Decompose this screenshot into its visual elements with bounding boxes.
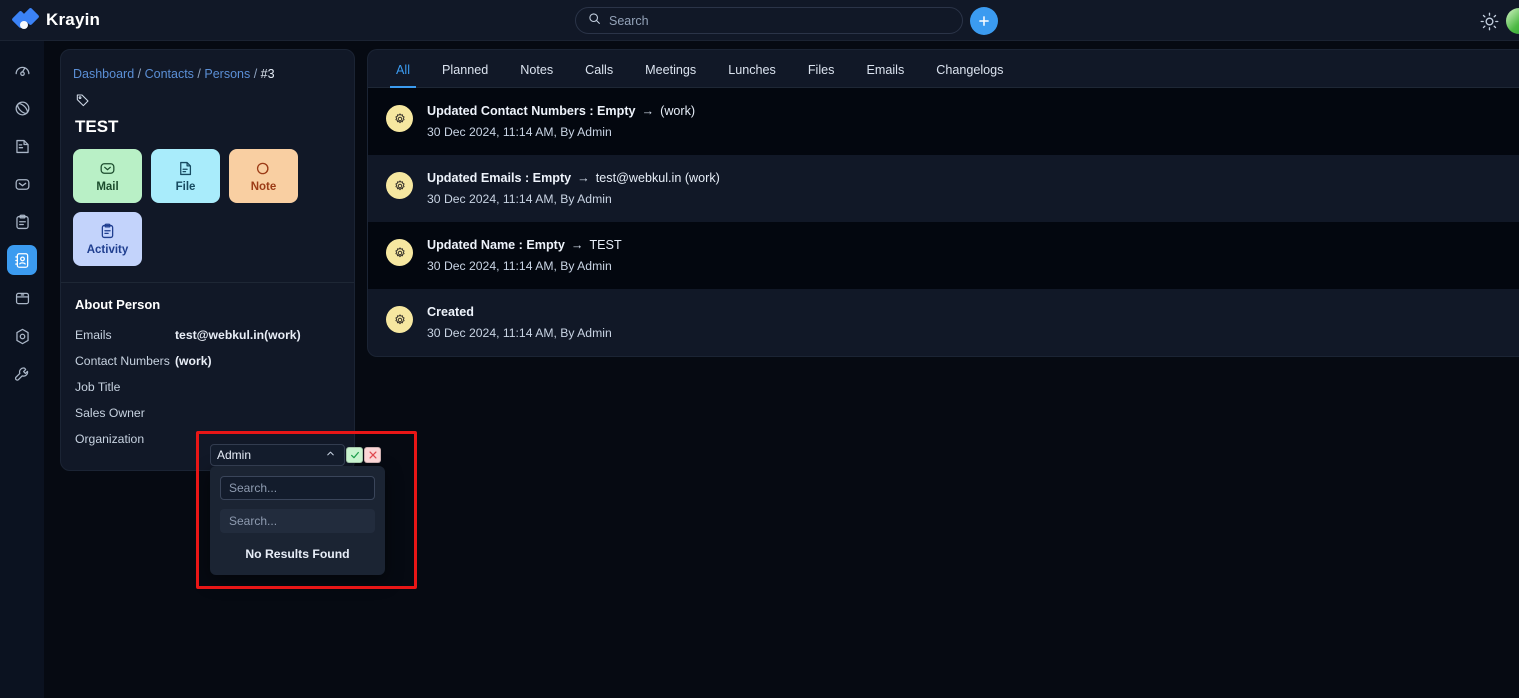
tab-planned[interactable]: Planned: [426, 50, 504, 87]
tab-changelogs[interactable]: Changelogs: [920, 50, 1019, 87]
brand-name: Krayin: [46, 10, 101, 29]
action-card-label: Mail: [96, 181, 119, 193]
dropdown-search-input-primary[interactable]: [220, 476, 375, 500]
field-label: Emails: [75, 328, 112, 342]
sidebar-item-mail[interactable]: [7, 169, 37, 199]
chevron-up-icon[interactable]: [325, 448, 336, 462]
about-section-title: About Person: [75, 297, 161, 312]
gear-icon: [386, 172, 413, 199]
sidebar-nav: [0, 41, 44, 698]
arrow-icon: →: [577, 171, 590, 185]
field-row-job-title: Job Title: [73, 374, 342, 400]
dropdown-empty-message: No Results Found: [245, 547, 350, 561]
tab-lunches[interactable]: Lunches: [712, 50, 792, 87]
field-label: Contact Numbers: [75, 354, 170, 368]
search-icon: [588, 12, 601, 30]
breadcrumb-current: #3: [260, 67, 275, 81]
field-row-sales-owner: Sales Owner: [73, 400, 342, 426]
brand[interactable]: Krayin: [11, 7, 194, 31]
activity-meta: 30 Dec 2024, 11:14 AM, By Admin: [427, 192, 612, 206]
sales-owner-selected-value: Admin: [217, 448, 252, 462]
global-search[interactable]: [575, 7, 963, 34]
user-avatar[interactable]: [1506, 8, 1519, 34]
field-label: Sales Owner: [75, 406, 145, 420]
tab-emails[interactable]: Emails: [850, 50, 920, 87]
activity-title: Updated Contact Numbers : Empty → (work): [427, 104, 695, 118]
action-card-activity[interactable]: Activity: [73, 212, 142, 266]
breadcrumb-contacts[interactable]: Contacts: [145, 67, 194, 81]
krayin-diamond-logo: [11, 7, 40, 31]
activity-row[interactable]: Created 30 Dec 2024, 11:14 AM, By Admin: [368, 289, 1519, 356]
field-value: test@webkul.in(work): [175, 328, 301, 342]
tab-files[interactable]: Files: [792, 50, 851, 87]
activity-title-suffix: TEST: [589, 238, 622, 252]
sales-owner-select[interactable]: Admin: [210, 444, 345, 466]
activity-title-suffix: (work): [660, 104, 696, 118]
activity-title-suffix: test@webkul.in (work): [595, 171, 720, 185]
activity-row[interactable]: Updated Name : Empty → TEST 30 Dec 2024,…: [368, 222, 1519, 289]
search-input[interactable]: [609, 13, 950, 28]
field-row-emails: Emails test@webkul.in(work): [73, 322, 342, 348]
action-card-file[interactable]: File: [151, 149, 220, 203]
breadcrumb-persons[interactable]: Persons: [204, 67, 250, 81]
activity-meta: 30 Dec 2024, 11:14 AM, By Admin: [427, 125, 612, 139]
sidebar-item-activities[interactable]: [7, 207, 37, 237]
tag-icon: [75, 92, 342, 113]
breadcrumb-dashboard[interactable]: Dashboard: [73, 67, 134, 81]
activity-row[interactable]: Updated Contact Numbers : Empty → (work)…: [368, 88, 1519, 155]
tab-notes[interactable]: Notes: [504, 50, 569, 87]
activity-title-prefix: Created: [427, 305, 474, 319]
activity-title-prefix: Updated Emails : Empty: [427, 171, 572, 185]
activity-meta: 30 Dec 2024, 11:14 AM, By Admin: [427, 259, 612, 273]
sales-owner-confirm-button[interactable]: [346, 447, 363, 463]
field-value: (work): [175, 354, 212, 368]
gear-icon: [386, 239, 413, 266]
gear-icon: [386, 306, 413, 333]
sidebar-item-dashboard[interactable]: [7, 55, 37, 85]
sales-owner-cancel-button[interactable]: [364, 447, 381, 463]
activity-title: Created: [427, 305, 612, 319]
page-title: TEST: [75, 117, 119, 136]
sales-owner-dropdown-panel: No Results Found: [210, 466, 385, 575]
top-header-bar: Krayin: [0, 0, 1519, 41]
sidebar-item-configuration[interactable]: [7, 359, 37, 389]
breadcrumb: Dashboard / Contacts / Persons / #3: [73, 67, 275, 81]
create-new-button[interactable]: [970, 7, 998, 35]
action-card-note[interactable]: Note: [229, 149, 298, 203]
person-detail-card: Dashboard / Contacts / Persons / #3 TEST…: [60, 49, 355, 471]
tab-calls[interactable]: Calls: [569, 50, 629, 87]
sun-icon[interactable]: [1478, 10, 1500, 32]
tab-all[interactable]: All: [380, 50, 426, 88]
sidebar-item-leads[interactable]: [7, 93, 37, 123]
action-card-label: File: [175, 181, 196, 193]
activity-row[interactable]: Updated Emails : Empty → test@webkul.in …: [368, 155, 1519, 222]
sidebar-item-contacts[interactable]: [7, 245, 37, 275]
sidebar-item-products[interactable]: [7, 283, 37, 313]
activity-meta: 30 Dec 2024, 11:14 AM, By Admin: [427, 326, 612, 340]
sidebar-item-settings[interactable]: [7, 321, 37, 351]
dropdown-search-input-secondary[interactable]: [220, 509, 375, 533]
field-label: Job Title: [75, 380, 121, 394]
field-label: Organization: [75, 432, 145, 446]
sidebar-item-quotes[interactable]: [7, 131, 37, 161]
gear-icon: [386, 105, 413, 132]
tab-meetings[interactable]: Meetings: [629, 50, 712, 87]
action-card-label: Activity: [86, 244, 129, 256]
arrow-icon: →: [570, 238, 584, 252]
activity-title: Updated Name : Empty → TEST: [427, 238, 622, 252]
action-card-mail[interactable]: Mail: [73, 149, 142, 203]
page-content: Dashboard / Contacts / Persons / #3 TEST…: [44, 41, 1519, 698]
activity-panel: All Planned Notes Calls Meetings Lunches…: [367, 49, 1519, 357]
quick-action-cards: Mail File Note Activity: [73, 149, 342, 282]
activity-title: Updated Emails : Empty → test@webkul.in …: [427, 171, 720, 185]
action-card-label: Note: [250, 181, 277, 193]
arrow-icon: →: [641, 104, 655, 118]
activity-title-prefix: Updated Contact Numbers : Empty: [427, 104, 636, 118]
activity-tabs: All Planned Notes Calls Meetings Lunches…: [368, 50, 1519, 88]
activity-title-prefix: Updated Name : Empty: [427, 238, 565, 252]
field-row-contact-numbers: Contact Numbers (work): [73, 348, 342, 374]
